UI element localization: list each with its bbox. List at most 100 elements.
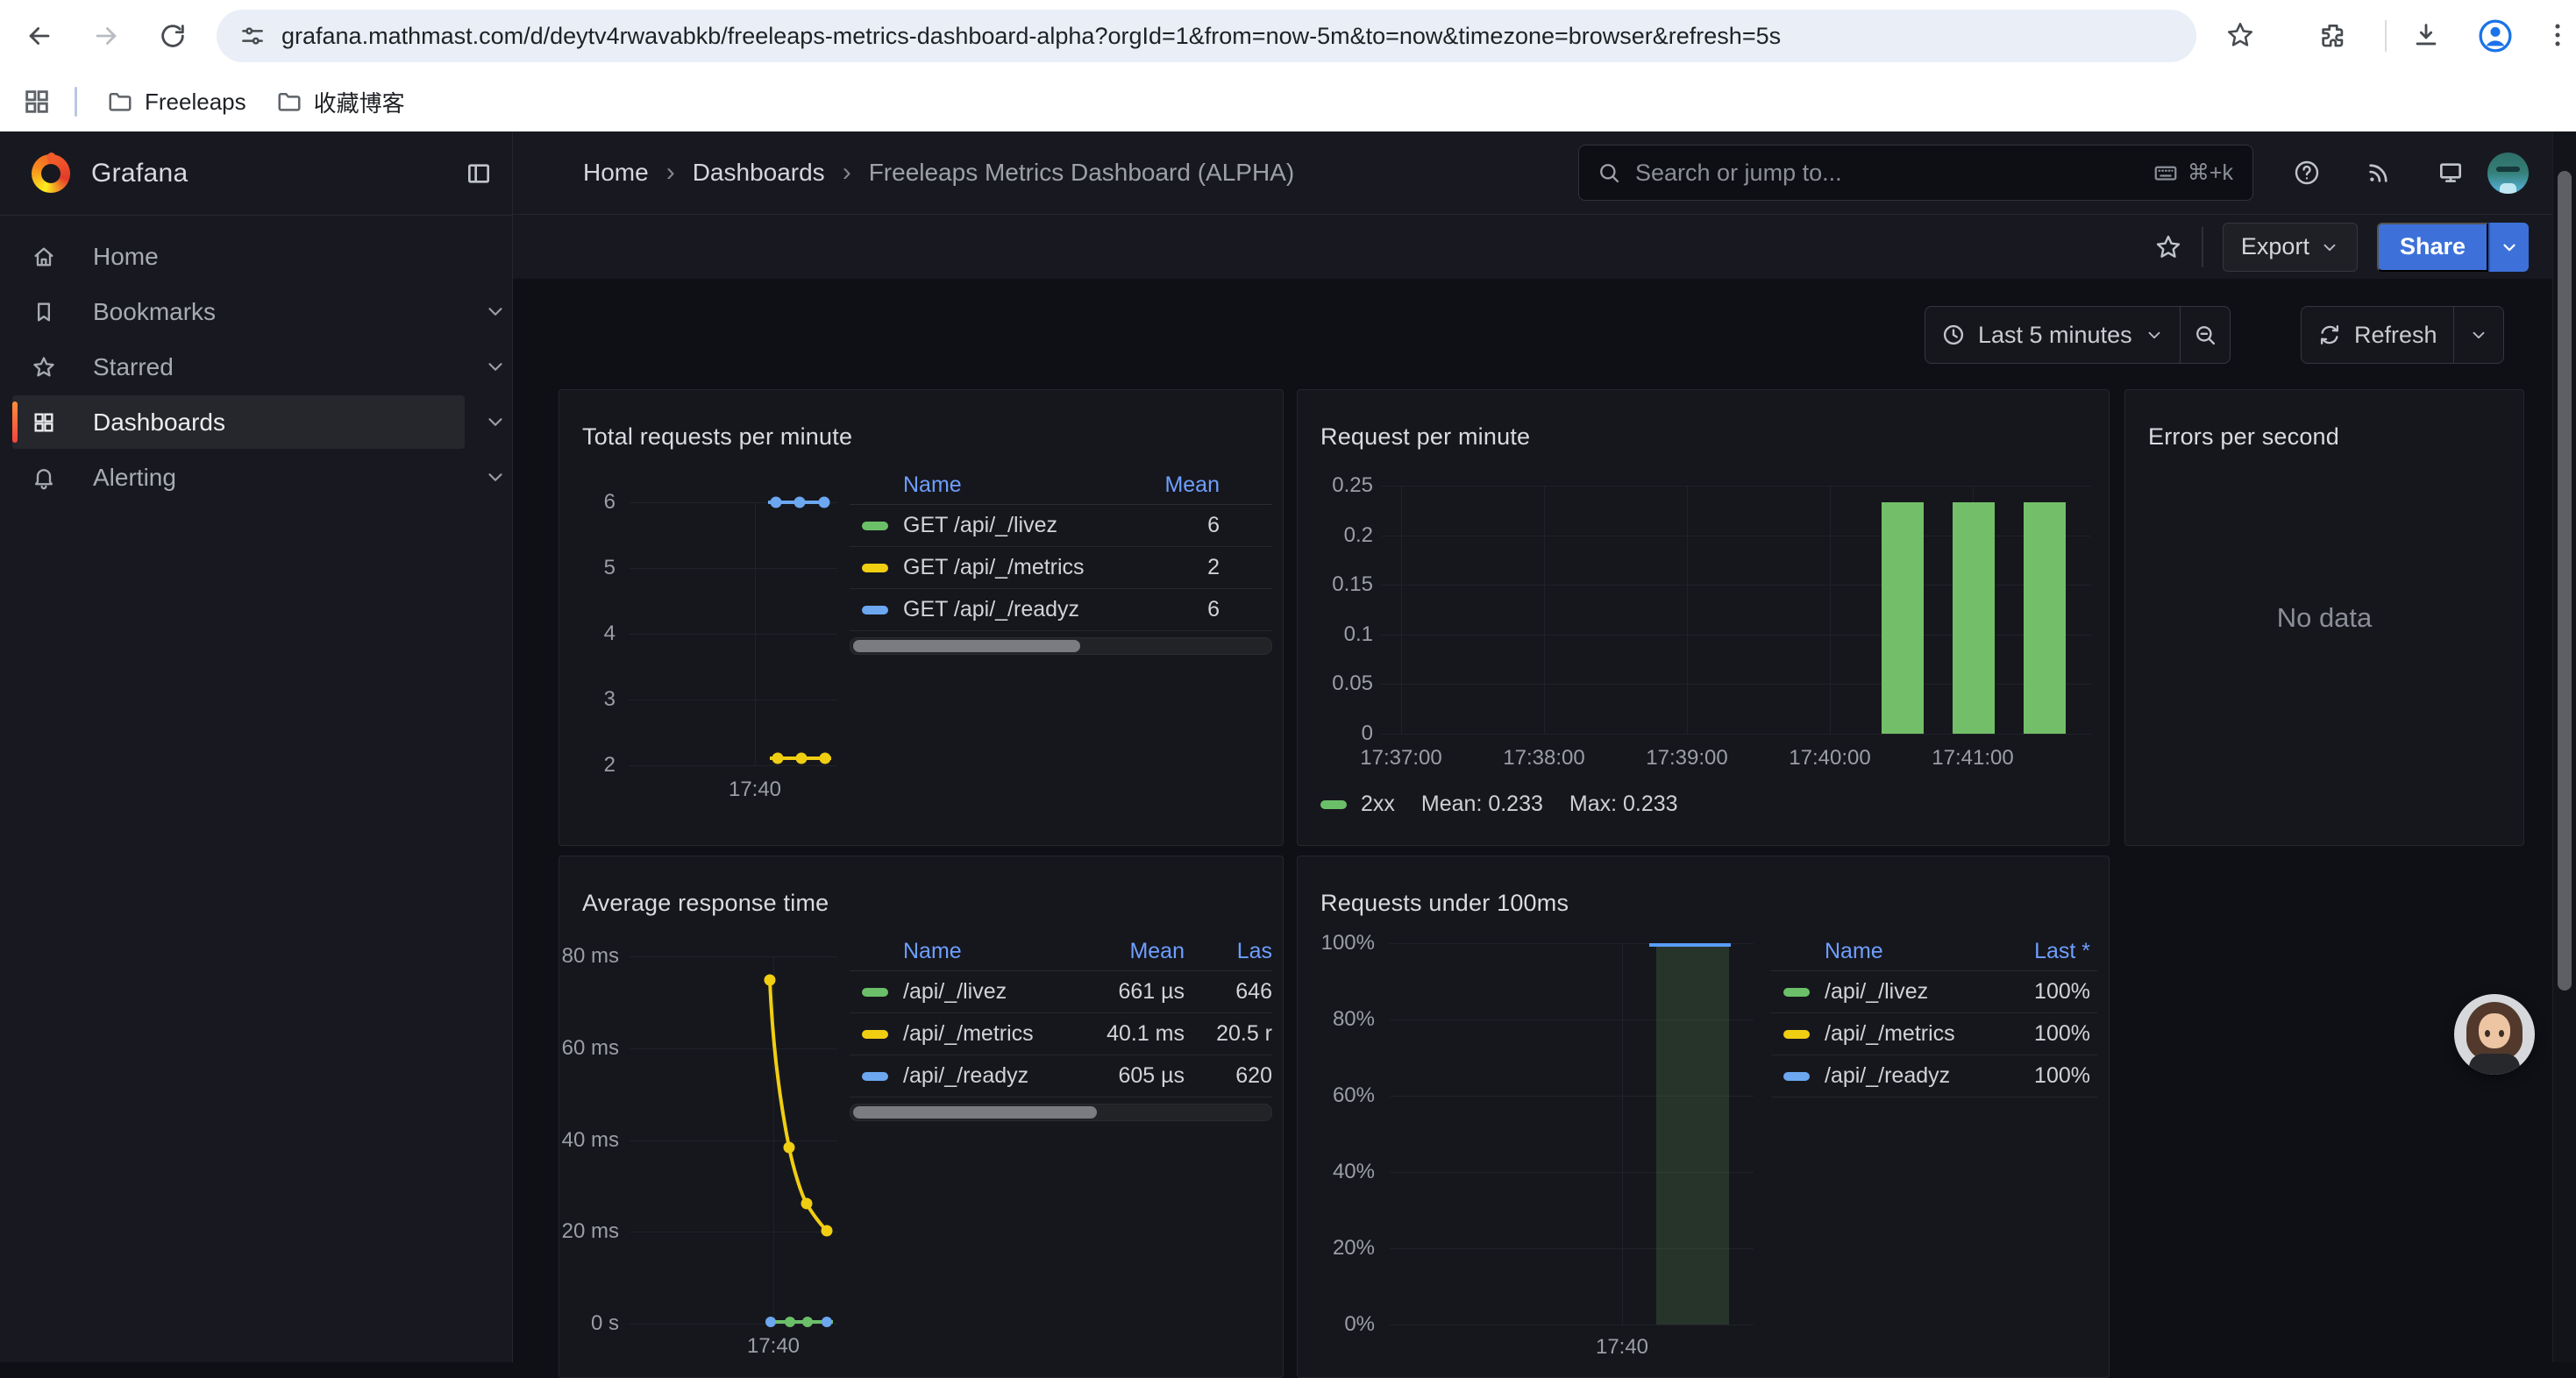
downloads-icon[interactable] — [2411, 20, 2441, 50]
bookmarks-divider — [75, 87, 77, 117]
legend-row[interactable]: GET /api/_/readyz 6 — [850, 589, 1272, 631]
news-rss-icon[interactable] — [2365, 159, 2393, 187]
scrollbar-thumb[interactable] — [2558, 171, 2572, 991]
series-mean: 605 µs — [1079, 1063, 1185, 1089]
refresh-button[interactable]: Refresh — [2302, 307, 2453, 363]
share-button[interactable]: Share — [2377, 223, 2488, 272]
panel-average-response-time[interactable]: Average response time 80 ms60 ms40 ms20 … — [559, 856, 1284, 1378]
legend-row[interactable]: /api/_/livez 661 µs 646 — [850, 971, 1272, 1013]
panel-requests-under-100ms[interactable]: Requests under 100ms 100%80%60%40%20%0% … — [1297, 856, 2110, 1378]
browser-menu-icon[interactable] — [2543, 20, 2572, 50]
y-tick: 0% — [1344, 1312, 1375, 1337]
legend-scrollbar[interactable] — [850, 1104, 1272, 1121]
legend-scrollbar[interactable] — [850, 637, 1272, 655]
y-tick: 60% — [1333, 1083, 1375, 1108]
sidebar-item-alerting[interactable]: Alerting — [12, 451, 465, 504]
y-tick: 0 — [1362, 721, 1373, 746]
legend[interactable]: 2xx Mean: 0.233 Max: 0.233 — [1320, 792, 1678, 817]
panel-errors-per-second[interactable]: Errors per second No data — [2124, 389, 2524, 846]
time-range-picker: Last 5 minutes — [1925, 306, 2231, 364]
refresh-icon — [2317, 323, 2342, 347]
refresh-label: Refresh — [2354, 322, 2437, 349]
sidebar-item-bookmarks[interactable]: Bookmarks — [12, 285, 465, 338]
panel-total-requests[interactable]: Total requests per minute 65432 17:40 Na… — [559, 389, 1284, 846]
refresh-interval-button[interactable] — [2454, 307, 2503, 363]
chart-plot — [1381, 486, 2091, 734]
help-icon[interactable] — [2293, 159, 2321, 187]
user-avatar[interactable] — [2487, 153, 2529, 194]
legend-row[interactable]: /api/_/metrics 40.1 ms 20.5 r — [850, 1013, 1272, 1055]
assistant-avatar[interactable] — [2454, 994, 2535, 1075]
y-tick: 0.05 — [1332, 671, 1373, 696]
legend-header-last[interactable]: Las — [1185, 939, 1272, 964]
legend-row[interactable]: /api/_/livez 100% — [1771, 971, 2097, 1013]
url-text: grafana.mathmast.com/d/deytv4rwavabkb/fr… — [281, 23, 1781, 50]
legend-table: Name Mean Las /api/_/livez 661 µs 646 /a… — [850, 932, 1272, 1121]
browser-profile-icon[interactable] — [2476, 17, 2515, 55]
chevron-down-icon[interactable] — [484, 355, 507, 378]
page-scrollbar[interactable] — [2552, 131, 2576, 1362]
breadcrumb-current: Freeleaps Metrics Dashboard (ALPHA) — [869, 159, 1295, 187]
grafana-header: Home › Dashboards › Freeleaps Metrics Da… — [513, 131, 2576, 215]
sidebar-toggle-icon[interactable] — [465, 160, 493, 188]
url-bar[interactable]: grafana.mathmast.com/d/deytv4rwavabkb/fr… — [217, 10, 2196, 62]
chevron-down-icon[interactable] — [484, 300, 507, 323]
apps-grid-icon[interactable] — [22, 87, 52, 117]
legend-header-mean[interactable]: Mean — [1079, 939, 1185, 964]
series-color-pill — [862, 1072, 888, 1081]
back-icon[interactable] — [25, 21, 54, 51]
series-mean: 2 — [1114, 555, 1272, 580]
legend-row[interactable]: /api/_/readyz 605 µs 620 — [850, 1055, 1272, 1097]
breadcrumb-home[interactable]: Home — [583, 159, 649, 187]
legend-row[interactable]: GET /api/_/livez 6 — [850, 505, 1272, 547]
sidebar-item-label: Alerting — [93, 464, 176, 492]
bookmark-star-icon[interactable] — [2225, 20, 2255, 50]
series-color-pill — [862, 988, 888, 997]
share-label: Share — [2400, 233, 2466, 260]
chart-plot — [630, 502, 837, 765]
y-tick: 0.25 — [1332, 473, 1373, 498]
extensions-icon[interactable] — [2318, 20, 2348, 50]
chevron-down-icon — [2145, 325, 2164, 344]
y-tick: 5 — [604, 556, 616, 580]
legend-row[interactable]: /api/_/metrics 100% — [1771, 1013, 2097, 1055]
breadcrumb-dashboards[interactable]: Dashboards — [693, 159, 825, 187]
search-input[interactable] — [1633, 159, 2153, 188]
series-name: /api/_/readyz — [903, 1063, 1079, 1089]
series-name: /api/_/livez — [1825, 979, 1994, 1005]
y-axis: 80 ms60 ms40 ms20 ms0 s — [565, 956, 619, 1324]
chevron-down-icon[interactable] — [484, 465, 507, 488]
share-menu-button[interactable] — [2488, 223, 2529, 272]
legend-table: Name Mean GET /api/_/livez 6 GET /api/_/… — [850, 465, 1272, 655]
legend-header-last[interactable]: Last * — [1994, 939, 2097, 964]
zoom-out-button[interactable] — [2181, 307, 2230, 363]
favorite-dashboard-icon[interactable] — [2154, 233, 2182, 261]
dashboard-canvas: Last 5 minutes Refresh Total requests pe… — [513, 279, 2576, 1362]
legend-header-name[interactable]: Name — [1771, 939, 1994, 964]
sidebar-item-label: Dashboards — [93, 408, 225, 437]
series-name: /api/_/livez — [903, 979, 1079, 1005]
panel-request-per-minute[interactable]: Request per minute 0.250.20.150.10.050 1… — [1297, 389, 2110, 846]
chevron-down-icon[interactable] — [484, 410, 507, 433]
legend-row[interactable]: GET /api/_/metrics 2 — [850, 547, 1272, 589]
legend-header-mean[interactable]: Mean — [1114, 472, 1272, 498]
legend-header-name[interactable]: Name — [850, 472, 1114, 498]
bookmark-folder-freeleaps[interactable]: Freeleaps — [107, 89, 246, 116]
y-tick: 80 ms — [562, 944, 619, 969]
series-color-pill — [1783, 1030, 1810, 1039]
grafana-logo[interactable] — [32, 154, 70, 193]
export-button[interactable]: Export — [2223, 223, 2358, 272]
bookmark-folder-blogs[interactable]: 收藏博客 — [276, 86, 405, 118]
legend-row[interactable]: /api/_/readyz 100% — [1771, 1055, 2097, 1097]
reload-icon[interactable] — [158, 21, 188, 51]
monitor-icon[interactable] — [2437, 159, 2465, 187]
forward-icon[interactable] — [91, 21, 121, 51]
site-info-icon[interactable] — [239, 23, 266, 49]
time-range-button[interactable]: Last 5 minutes — [1925, 307, 2180, 363]
sidebar-item-dashboards[interactable]: Dashboards — [12, 395, 465, 449]
legend-header-name[interactable]: Name — [850, 939, 1079, 964]
sidebar-item-home[interactable]: Home — [12, 230, 465, 283]
search-box[interactable]: ⌘+k — [1578, 145, 2253, 201]
sidebar-item-starred[interactable]: Starred — [12, 340, 465, 394]
y-tick: 0.15 — [1332, 572, 1373, 597]
